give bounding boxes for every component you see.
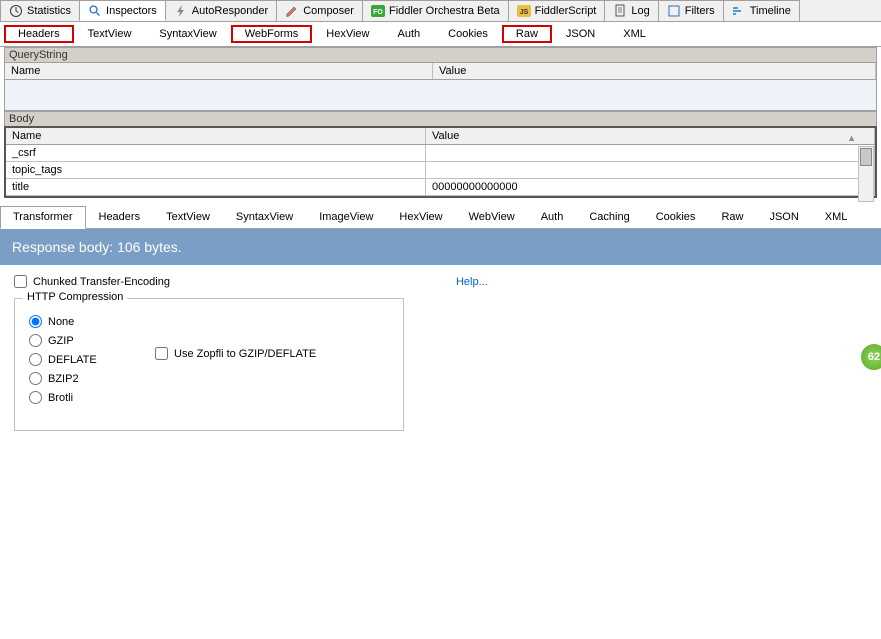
chunked-label: Chunked Transfer-Encoding: [33, 276, 170, 288]
row-value: [426, 145, 875, 161]
svg-text:JS: JS: [519, 9, 528, 16]
table-row[interactable]: title 00000000000000: [6, 179, 875, 196]
radio-brotli[interactable]: [29, 391, 42, 404]
resptab-headers[interactable]: Headers: [86, 206, 154, 228]
tab-log[interactable]: Log: [604, 0, 658, 21]
tab-inspectors[interactable]: Inspectors: [79, 0, 166, 21]
radio-gzip[interactable]: [29, 334, 42, 347]
svg-text:FO: FO: [373, 9, 383, 16]
compression-legend: HTTP Compression: [23, 291, 127, 303]
querystring-body[interactable]: [5, 80, 876, 110]
checkbox-icon: [667, 4, 681, 18]
row-name: topic_tags: [6, 162, 426, 178]
row-name: _csrf: [6, 145, 426, 161]
response-banner: Response body: 106 bytes.: [0, 229, 881, 265]
main-tabs: Statistics Inspectors AutoResponder Comp…: [0, 0, 881, 22]
scroll-thumb[interactable]: [860, 148, 872, 166]
tab-timeline[interactable]: Timeline: [723, 0, 800, 21]
tab-label: Inspectors: [106, 5, 157, 17]
radio-deflate-label: DEFLATE: [48, 354, 97, 366]
pencil-icon: [285, 4, 299, 18]
timeline-icon: [732, 4, 746, 18]
tab-autoresponder[interactable]: AutoResponder: [165, 0, 277, 21]
sort-asc-icon: ▲: [847, 133, 856, 143]
radio-deflate[interactable]: [29, 353, 42, 366]
tab-label: Log: [631, 5, 649, 17]
request-subtabs: Headers TextView SyntaxView WebForms Hex…: [0, 22, 881, 47]
subtab-hexview[interactable]: HexView: [312, 25, 383, 43]
tab-orchestra[interactable]: FO Fiddler Orchestra Beta: [362, 0, 509, 21]
lightning-icon: [174, 4, 188, 18]
zopfli-checkbox[interactable]: [155, 347, 168, 360]
subtab-raw[interactable]: Raw: [502, 25, 552, 43]
resptab-webview[interactable]: WebView: [456, 206, 528, 228]
resptab-xml[interactable]: XML: [812, 206, 861, 228]
radio-none-label: None: [48, 316, 74, 328]
row-value: 00000000000000: [426, 179, 875, 195]
transformer-panel: Chunked Transfer-Encoding Help... HTTP C…: [0, 265, 881, 441]
notification-badge[interactable]: 62: [859, 342, 881, 372]
help-link[interactable]: Help...: [456, 276, 488, 288]
zopfli-label: Use Zopfli to GZIP/DEFLATE: [174, 348, 316, 360]
response-tabs: Transformer Headers TextView SyntaxView …: [0, 206, 881, 229]
magnifier-icon: [88, 4, 102, 18]
body-label: Body: [4, 111, 877, 126]
tab-label: Timeline: [750, 5, 791, 17]
subtab-webforms[interactable]: WebForms: [231, 25, 313, 43]
row-name: title: [6, 179, 426, 195]
tab-label: FiddlerScript: [535, 5, 597, 17]
radio-brotli-label: Brotli: [48, 392, 73, 404]
subtab-headers[interactable]: Headers: [4, 25, 74, 43]
radio-gzip-label: GZIP: [48, 335, 74, 347]
tab-fiddlerscript[interactable]: JS FiddlerScript: [508, 0, 606, 21]
subtab-cookies[interactable]: Cookies: [434, 25, 502, 43]
js-badge-icon: JS: [517, 4, 531, 18]
tab-label: Fiddler Orchestra Beta: [389, 5, 500, 17]
resptab-json[interactable]: JSON: [756, 206, 811, 228]
subtab-syntaxview[interactable]: SyntaxView: [145, 25, 230, 43]
tab-filters[interactable]: Filters: [658, 0, 724, 21]
body-column-name[interactable]: Name: [6, 128, 426, 144]
scrollbar[interactable]: [858, 146, 874, 202]
querystring-label: QueryString: [4, 47, 877, 62]
radio-none[interactable]: [29, 315, 42, 328]
resptab-transformer[interactable]: Transformer: [0, 206, 86, 229]
table-row[interactable]: _csrf: [6, 145, 875, 162]
resptab-cookies[interactable]: Cookies: [643, 206, 709, 228]
subtab-json[interactable]: JSON: [552, 25, 609, 43]
chunked-checkbox[interactable]: [14, 275, 27, 288]
resptab-syntaxview[interactable]: SyntaxView: [223, 206, 306, 228]
resptab-textview[interactable]: TextView: [153, 206, 223, 228]
clock-icon: [9, 4, 23, 18]
subtab-textview[interactable]: TextView: [74, 25, 146, 43]
document-icon: [613, 4, 627, 18]
column-name[interactable]: Name: [5, 63, 433, 79]
resptab-imageview[interactable]: ImageView: [306, 206, 386, 228]
subtab-xml[interactable]: XML: [609, 25, 660, 43]
resptab-caching[interactable]: Caching: [576, 206, 642, 228]
body-grid: Name Value ▲ _csrf topic_tags title 0000…: [6, 128, 875, 196]
row-value: [426, 162, 875, 178]
table-row[interactable]: topic_tags: [6, 162, 875, 179]
radio-bzip2-label: BZIP2: [48, 373, 79, 385]
tab-label: Composer: [303, 5, 354, 17]
radio-bzip2[interactable]: [29, 372, 42, 385]
subtab-auth[interactable]: Auth: [384, 25, 435, 43]
body-column-value[interactable]: Value ▲: [426, 128, 875, 144]
compression-group: HTTP Compression None GZIP DEFLATE BZIP2…: [14, 298, 404, 431]
tab-label: Statistics: [27, 5, 71, 17]
tab-statistics[interactable]: Statistics: [0, 0, 80, 21]
tab-label: Filters: [685, 5, 715, 17]
resptab-raw[interactable]: Raw: [708, 206, 756, 228]
tab-label: AutoResponder: [192, 5, 268, 17]
fo-badge-icon: FO: [371, 4, 385, 18]
resptab-hexview[interactable]: HexView: [386, 206, 455, 228]
column-value[interactable]: Value: [433, 63, 876, 79]
querystring-grid: Name Value: [4, 62, 877, 111]
resptab-auth[interactable]: Auth: [528, 206, 577, 228]
tab-composer[interactable]: Composer: [276, 0, 363, 21]
